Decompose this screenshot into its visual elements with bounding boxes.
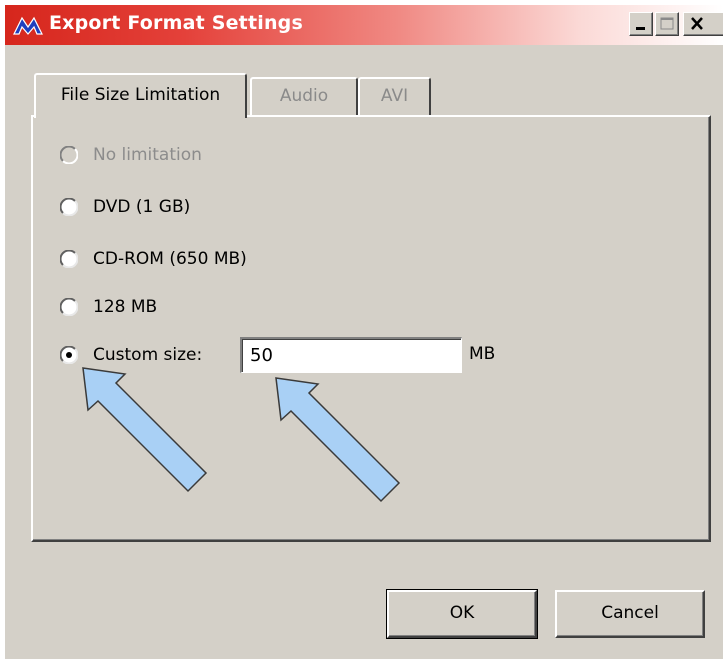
tab-file-size-limitation[interactable]: File Size Limitation (34, 73, 247, 118)
arrow-icon (82, 367, 208, 493)
arrow-icon (275, 377, 401, 503)
